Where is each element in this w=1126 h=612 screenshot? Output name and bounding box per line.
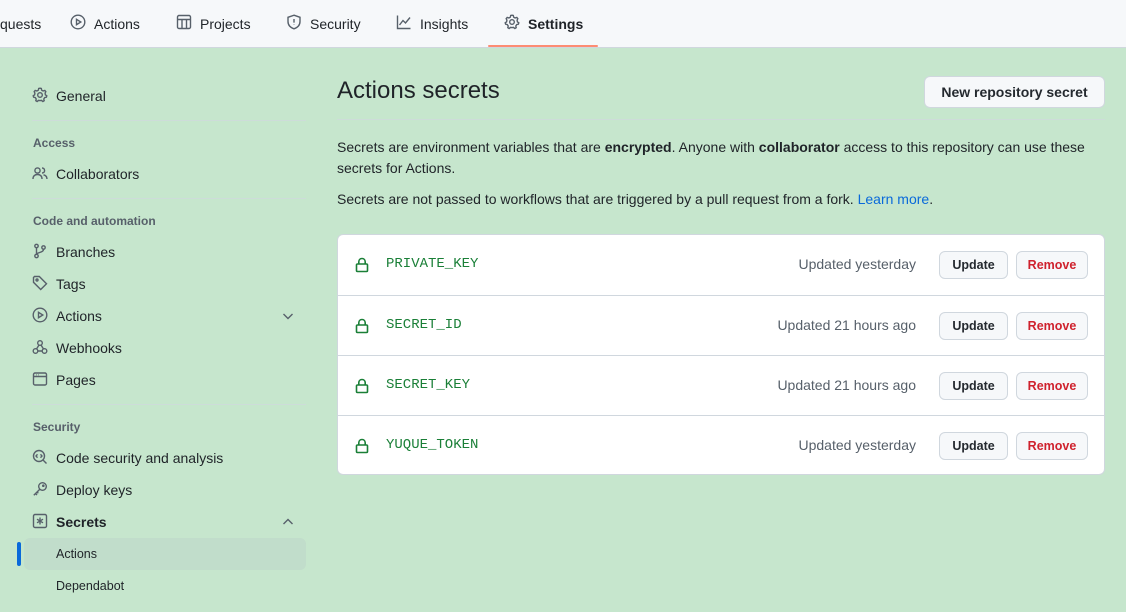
sidebar-item-actions[interactable]: Actions [24,300,306,332]
sidebar-item-label: Code security and analysis [56,450,224,466]
secret-updated-time: Updated yesterday [798,256,916,272]
secret-updated-time: Updated 21 hours ago [777,377,916,393]
sidebar-item-collaborators[interactable]: Collaborators [24,158,306,190]
tab-projects[interactable]: Projects [176,0,251,47]
webhook-icon [32,339,48,358]
sidebar-item-branches[interactable]: Branches [24,236,306,268]
secret-updated-time: Updated 21 hours ago [777,317,916,333]
sidebar-item-tags[interactable]: Tags [24,268,306,300]
sidebar-item-secrets-dependabot[interactable]: Dependabot [24,570,306,602]
update-secret-button[interactable]: Update [939,251,1008,279]
sidebar-item-secrets-actions[interactable]: Actions [24,538,306,570]
desc-text: . [929,191,934,207]
desc-bold-encrypted: encrypted [604,139,672,155]
tab-pull-requests[interactable]: quests [0,0,41,47]
lock-icon [355,318,369,334]
sidebar-item-general[interactable]: General [24,80,306,112]
chevron-up-icon[interactable] [280,514,296,533]
lock-icon [355,438,369,454]
sidebar-item-label: Collaborators [56,166,140,182]
graph-icon [396,14,412,33]
secrets-description: Secrets are environment variables that a… [337,137,1097,179]
table-icon [176,14,192,33]
sidebar-divider [32,198,306,199]
gear-icon [504,14,520,33]
sidebar-item-code-security[interactable]: Code security and analysis [24,442,306,474]
learn-more-link[interactable]: Learn more [858,191,930,207]
secret-row: YUQUE_TOKEN Updated yesterday Update Rem… [338,415,1104,474]
remove-secret-button[interactable]: Remove [1016,372,1088,400]
secrets-list: PRIVATE_KEY Updated yesterday Update Rem… [337,234,1105,475]
page-title: Actions secrets [337,77,500,104]
tag-icon [32,275,48,294]
active-tab-underline [488,45,598,47]
desc-text: Secrets are not passed to workflows that… [337,191,858,207]
secret-row: SECRET_KEY Updated 21 hours ago Update R… [338,355,1104,415]
secret-updated-time: Updated yesterday [798,437,916,453]
fork-notice: Secrets are not passed to workflows that… [337,189,1097,210]
chevron-down-icon[interactable] [280,308,296,327]
remove-secret-button[interactable]: Remove [1016,312,1088,340]
key-icon [32,481,48,500]
tab-label: Projects [200,15,251,32]
sidebar-item-pages[interactable]: Pages [24,364,306,396]
update-secret-button[interactable]: Update [939,372,1008,400]
desc-text: . Anyone with [671,139,759,155]
sidebar-item-webhooks[interactable]: Webhooks [24,332,306,364]
secret-row: PRIVATE_KEY Updated yesterday Update Rem… [338,235,1104,295]
tab-actions[interactable]: Actions [70,0,140,47]
tab-label: Insights [420,15,469,32]
codescan-icon [32,449,48,468]
secret-name: SECRET_KEY [386,377,471,393]
remove-secret-button[interactable]: Remove [1016,251,1088,279]
sidebar-heading-access: Access [33,136,76,150]
secret-name: YUQUE_TOKEN [386,437,479,453]
sidebar-item-label: Secrets [56,514,107,530]
browser-icon [32,371,48,390]
sidebar-item-label: General [56,88,106,104]
secret-name: SECRET_ID [386,317,462,333]
tab-label: Settings [528,15,584,32]
tab-label: Actions [94,15,140,32]
sidebar-heading-security: Security [33,420,81,434]
title-divider [337,119,1105,120]
gear-icon [32,86,48,106]
sidebar-item-label: Webhooks [56,340,122,356]
new-repository-secret-button[interactable]: New repository secret [924,76,1105,108]
sidebar-heading-code-automation: Code and automation [33,214,156,228]
update-secret-button[interactable]: Update [939,432,1008,460]
play-icon [32,306,48,326]
sidebar-divider [32,404,306,405]
secret-row: SECRET_ID Updated 21 hours ago Update Re… [338,295,1104,355]
sidebar-item-label: Branches [56,244,116,260]
branch-icon [32,243,48,262]
remove-secret-button[interactable]: Remove [1016,432,1088,460]
secret-name: PRIVATE_KEY [386,256,479,272]
sidebar-item-label: Tags [56,276,86,292]
sidebar-item-label: Pages [56,372,96,388]
tab-label: Security [310,15,361,32]
sidebar-divider [32,120,306,121]
desc-text: Secrets are environment variables that a… [337,139,605,155]
update-secret-button[interactable]: Update [939,312,1008,340]
lock-icon [355,257,369,273]
shield-icon [286,14,302,33]
tab-label: quests [0,15,42,32]
people-icon [32,165,48,184]
sidebar-item-deploy-keys[interactable]: Deploy keys [24,474,306,506]
lock-icon [355,378,369,394]
desc-bold-collaborator: collaborator [758,139,840,155]
asterisk-icon [32,513,48,532]
tab-settings[interactable]: Settings [504,0,583,47]
tab-insights[interactable]: Insights [396,0,468,47]
repo-nav: quests Actions Projects Security Insight… [0,0,1126,48]
sidebar-item-label: Actions [56,308,102,324]
sidebar-item-label: Deploy keys [56,482,133,498]
sidebar-item-secrets[interactable]: Secrets [24,506,306,538]
active-item-indicator [17,542,21,566]
play-icon [70,14,86,33]
tab-security[interactable]: Security [286,0,361,47]
